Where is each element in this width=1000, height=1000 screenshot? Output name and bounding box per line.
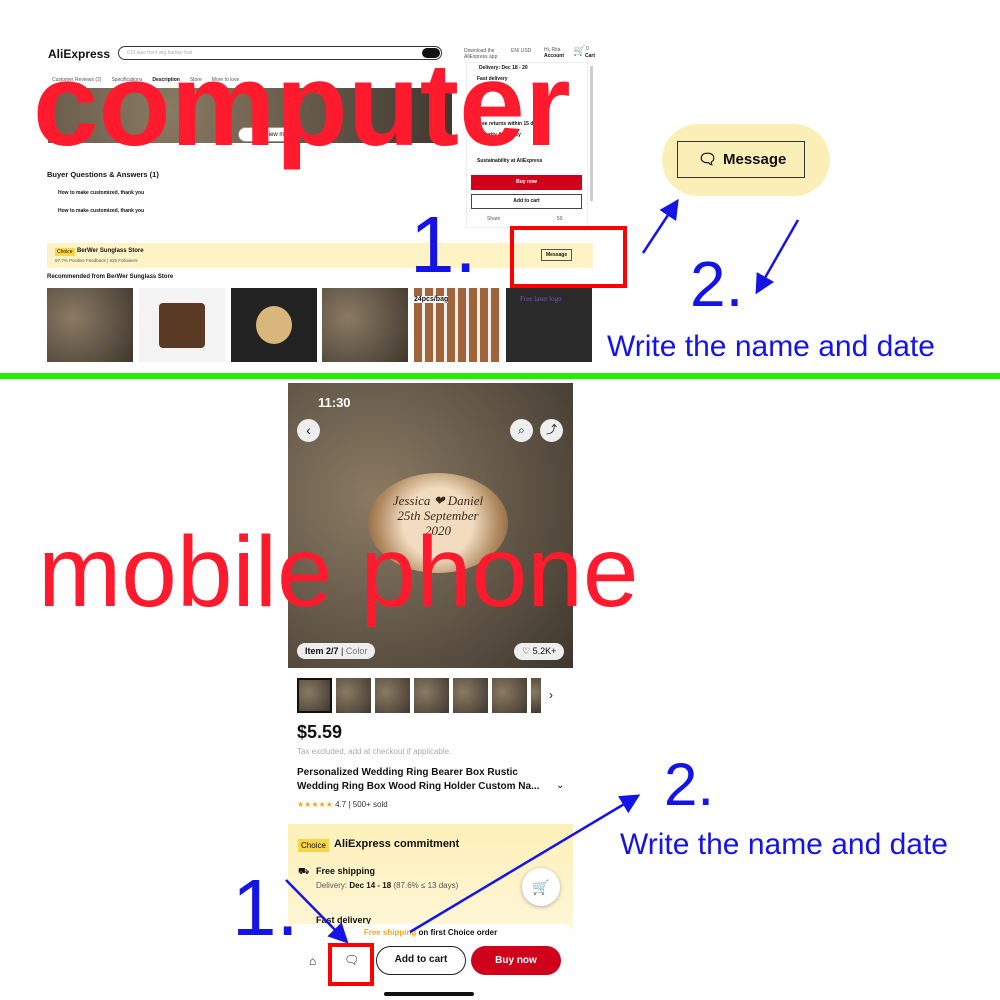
arrow-to-instruction	[409, 794, 641, 934]
arrows	[285, 198, 800, 944]
arrow-to-step2	[755, 219, 800, 295]
arrow-to-chat	[285, 879, 349, 944]
arrow-to-callout	[641, 198, 679, 254]
